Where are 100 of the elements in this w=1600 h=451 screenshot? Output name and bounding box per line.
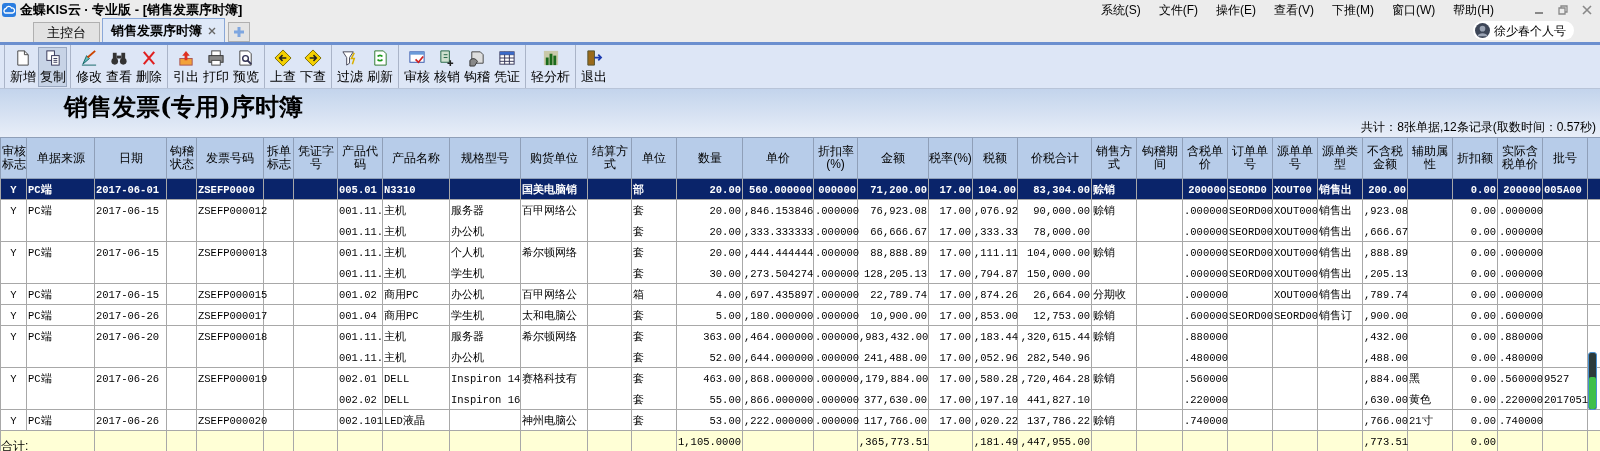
table-cell: .740000 <box>1184 415 1229 427</box>
column-header[interactable]: 含税单价 <box>1182 137 1228 179</box>
table-cell: .000000 <box>815 373 860 385</box>
column-header[interactable]: 凭证字号 <box>293 137 338 179</box>
toolbar-button[interactable]: 打印 <box>201 46 231 87</box>
table-cell: Y <box>10 247 17 259</box>
new-document-icon <box>14 49 32 67</box>
menu-item[interactable]: 帮助(H) <box>1453 1 1494 19</box>
column-header[interactable]: 购货单位 <box>520 137 588 179</box>
column-header[interactable]: 产品代码 <box>337 137 383 179</box>
table-cell: XOUT000 <box>1274 225 1319 238</box>
table-cell: ,630.00 <box>1364 393 1409 406</box>
column-header[interactable]: 源单类型 <box>1317 137 1363 179</box>
user-badge[interactable]: 徐少春个人号 <box>1473 21 1574 40</box>
refresh-icon <box>371 49 389 67</box>
menu-item[interactable]: 操作(E) <box>1216 1 1256 19</box>
menu-item[interactable]: 文件(F) <box>1158 1 1198 19</box>
menu-item[interactable]: 系统(S) <box>1100 1 1141 19</box>
toolbar-button[interactable]: 引出 <box>171 46 201 87</box>
column-header[interactable]: 钩稽状态 <box>166 137 197 179</box>
table-cell: ,076.92 <box>974 205 1019 217</box>
table-cell: ZSEFP000019 <box>198 373 268 385</box>
toolbar-button[interactable]: 轻分析 <box>529 46 572 87</box>
table-cell: 83,304.00 <box>1033 184 1090 196</box>
menu-item[interactable]: 窗口(W) <box>1392 1 1436 19</box>
column-header[interactable]: 规格型号 <box>449 137 521 179</box>
table-cell: ,488.00 <box>1364 351 1409 364</box>
column-header[interactable]: 折扣率(%) <box>813 137 858 179</box>
column-header[interactable]: 销售方式 <box>1091 137 1137 179</box>
toolbar-button[interactable]: 核销 <box>432 46 462 87</box>
table-cell: SEORD00 <box>1229 247 1274 259</box>
toolbar-button[interactable]: 上查 <box>268 46 298 87</box>
add-tab-icon[interactable] <box>228 22 250 42</box>
column-header[interactable]: 税额 <box>972 137 1018 179</box>
column-header[interactable]: 金额 <box>857 137 929 179</box>
table-cell: ,697.435897 <box>744 289 814 301</box>
table-cell: 黑 <box>1409 373 1420 385</box>
table-cell: 1,105.0000 <box>678 436 741 448</box>
toolbar-button[interactable]: 凭证 <box>492 46 522 87</box>
table-cell: 000000 <box>818 184 856 196</box>
table-cell: DELL <box>384 393 410 406</box>
close-icon[interactable] <box>1582 5 1592 15</box>
column-header[interactable]: 辅助属性 <box>1407 137 1453 179</box>
column-header[interactable]: 不含税金额 <box>1362 137 1408 179</box>
column-header[interactable]: 价税合计 <box>1017 137 1092 179</box>
column-header[interactable]: 单价 <box>742 137 814 179</box>
toolbar-button[interactable]: 钩稽 <box>462 46 492 87</box>
toolbar-button[interactable]: 查看 <box>104 46 134 87</box>
column-header[interactable]: 产品名称 <box>382 137 450 179</box>
table-cell: .000000 <box>815 267 860 280</box>
column-header[interactable]: 折扣额 <box>1452 137 1498 179</box>
toolbar-button[interactable]: 审核 <box>402 46 432 87</box>
table-cell: 17.00 <box>939 267 971 280</box>
column-header[interactable]: 结算方式 <box>587 137 632 179</box>
column-header[interactable]: 数量 <box>676 137 743 179</box>
close-tab-icon[interactable] <box>208 26 216 35</box>
menu-item[interactable]: 查看(V) <box>1274 1 1314 19</box>
toolbar-button[interactable]: 复制 <box>38 46 67 87</box>
table-cell: 117,766.00 <box>864 415 927 427</box>
table-cell: 销售出 <box>1319 247 1352 259</box>
column-header[interactable]: 钩稽期间 <box>1136 137 1183 179</box>
table-cell: 服务器 <box>451 331 484 343</box>
table-cell: .600000 <box>1184 310 1229 322</box>
column-header[interactable]: 发票号码 <box>196 137 264 179</box>
table-cell: 55.00 <box>709 393 741 406</box>
column-header[interactable]: 单据来源 <box>26 137 95 179</box>
table-cell: 001.11. <box>339 267 384 280</box>
table-cell: Y <box>10 289 17 301</box>
table-cell: ,773.51 <box>1364 436 1409 448</box>
table-cell: ,900.00 <box>1364 310 1409 322</box>
toolbar-button[interactable]: 刷新 <box>365 46 395 87</box>
column-header[interactable]: 批号 <box>1542 137 1588 179</box>
table-cell: 赊销 <box>1093 331 1115 343</box>
table-cell: 0.00 <box>1470 393 1496 406</box>
tab[interactable]: 主控台 <box>33 22 100 42</box>
column-header[interactable]: 源单单号 <box>1272 137 1318 179</box>
toolbar-button[interactable]: 修改 <box>74 46 104 87</box>
column-header[interactable]: 实际含税单价 <box>1497 137 1543 179</box>
toolbar-button[interactable]: 过滤 <box>335 46 365 87</box>
toolbar-button[interactable]: 退出 <box>579 46 609 87</box>
toolbar-button[interactable]: 下查 <box>298 46 328 87</box>
table-cell: Y <box>10 331 17 343</box>
column-header[interactable]: 税率(%) <box>928 137 973 179</box>
toolbar-button[interactable]: 删除 <box>134 46 164 87</box>
column-header[interactable]: 订单单号 <box>1227 137 1273 179</box>
menu-item[interactable]: 下推(M) <box>1332 1 1374 19</box>
tab[interactable]: 销售发票序时簿 <box>102 18 225 42</box>
column-header[interactable]: 审核标志 <box>0 137 27 179</box>
table-cell: 主机 <box>384 247 406 259</box>
table-cell: 001.11. <box>339 331 384 343</box>
toolbar-button[interactable]: 新增 <box>8 46 38 87</box>
restore-icon[interactable] <box>1558 5 1568 15</box>
column-header[interactable]: 单位 <box>631 137 677 179</box>
column-header[interactable]: 拆单标志 <box>263 137 294 179</box>
side-handle[interactable] <box>1588 352 1597 410</box>
table-cell: .000000 <box>815 289 860 301</box>
toolbar-button[interactable]: 预览 <box>231 46 261 87</box>
table-cell: 2017-06-26 <box>96 415 159 427</box>
column-header[interactable]: 日期 <box>94 137 167 179</box>
table-cell: ,766.00 <box>1364 415 1409 427</box>
